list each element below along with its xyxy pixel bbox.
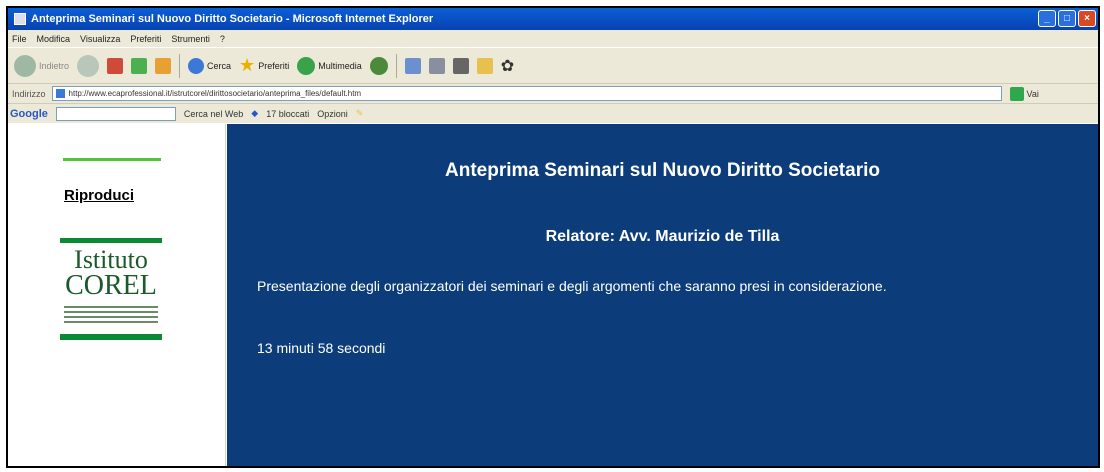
messenger-icon[interactable]: ✿ xyxy=(501,56,514,76)
browser-window: Anteprima Seminari sul Nuovo Diritto Soc… xyxy=(6,6,1100,468)
istituto-corel-logo: Istituto COREL xyxy=(60,238,162,342)
menu-preferiti[interactable]: Preferiti xyxy=(130,34,161,44)
page-icon xyxy=(55,89,65,98)
address-label: Indirizzo xyxy=(12,88,46,99)
google-search-button[interactable]: Cerca nel Web xyxy=(184,109,243,119)
decorative-line xyxy=(63,158,161,161)
go-button[interactable]: Vai xyxy=(1027,89,1039,99)
popup-blocker[interactable]: 17 bloccati xyxy=(266,109,309,119)
favorites-button[interactable]: ★ Preferiti xyxy=(239,55,289,76)
menu-visualizza[interactable]: Visualizza xyxy=(80,34,120,44)
minimize-button[interactable]: _ xyxy=(1038,10,1056,27)
play-link[interactable]: Riproduci xyxy=(64,187,134,204)
home-icon[interactable] xyxy=(155,57,172,74)
logo-line2: COREL xyxy=(65,270,157,301)
google-options[interactable]: Opzioni xyxy=(317,109,348,119)
menu-file[interactable]: File xyxy=(12,34,27,44)
favorites-label: Preferiti xyxy=(258,60,290,71)
search-button[interactable]: Cerca xyxy=(188,57,232,74)
standard-toolbar: Indietro Cerca ★ Preferiti Multimedia ✿ xyxy=(8,47,1098,83)
forward-button[interactable] xyxy=(77,54,100,77)
print-icon[interactable] xyxy=(428,57,445,74)
menu-bar: File Modifica Visualizza Preferiti Strum… xyxy=(8,30,1098,47)
address-bar: Indirizzo http://www.ecaprofessional.it/… xyxy=(8,83,1098,103)
menu-modifica[interactable]: Modifica xyxy=(37,34,71,44)
left-panel: Riproduci Istituto COREL xyxy=(8,124,226,466)
pagerank-icon[interactable]: ◆ xyxy=(251,108,258,119)
google-search-input[interactable] xyxy=(55,106,176,121)
logo-bar-bottom xyxy=(60,334,162,340)
edit-icon[interactable] xyxy=(452,57,469,74)
page-title: Anteprima Seminari sul Nuovo Diritto Soc… xyxy=(445,160,880,181)
address-input[interactable]: http://www.ecaprofessional.it/istrutcore… xyxy=(51,86,1002,101)
duration-text: 13 minuti 58 secondi xyxy=(257,340,386,356)
google-toolbar: Google Cerca nel Web ◆ 17 bloccati Opzio… xyxy=(8,103,1098,123)
star-icon: ★ xyxy=(239,55,256,75)
highlighter-icon[interactable]: ✎ xyxy=(356,108,364,119)
logo-bar-top xyxy=(60,238,162,243)
back-arrow-icon xyxy=(14,54,36,77)
address-url: http://www.ecaprofessional.it/istrutcore… xyxy=(68,89,362,98)
refresh-icon[interactable] xyxy=(131,57,148,74)
search-icon xyxy=(188,57,205,74)
menu-strumenti[interactable]: Strumenti xyxy=(171,34,210,44)
title-bar: Anteprima Seminari sul Nuovo Diritto Soc… xyxy=(8,8,1098,30)
google-logo[interactable]: Google xyxy=(10,108,48,120)
back-button[interactable]: Indietro xyxy=(14,54,70,77)
go-arrow-icon[interactable] xyxy=(1009,86,1024,101)
folder-icon[interactable] xyxy=(476,57,493,74)
menu-help[interactable]: ? xyxy=(220,34,225,44)
close-button[interactable]: × xyxy=(1078,10,1096,27)
logo-fineprint xyxy=(64,306,158,330)
speaker-line: Relatore: Avv. Maurizio de Tilla xyxy=(545,228,780,245)
separator xyxy=(179,53,181,78)
window-title: Anteprima Seminari sul Nuovo Diritto Soc… xyxy=(31,13,434,25)
media-icon xyxy=(297,56,316,75)
search-label: Cerca xyxy=(207,60,232,71)
page-content: Riproduci Istituto COREL Anteprima Semin… xyxy=(8,124,1098,466)
description-text: Presentazione degli organizzatori dei se… xyxy=(257,278,887,294)
back-label: Indietro xyxy=(39,60,70,71)
multimedia-label: Multimedia xyxy=(318,60,362,71)
window-controls: _ □ × xyxy=(1038,10,1096,27)
maximize-button[interactable]: □ xyxy=(1058,10,1076,27)
history-icon[interactable] xyxy=(369,56,388,75)
ie-icon xyxy=(14,13,26,25)
mail-icon[interactable] xyxy=(404,57,421,74)
separator xyxy=(395,53,397,78)
main-panel: Anteprima Seminari sul Nuovo Diritto Soc… xyxy=(227,124,1098,466)
multimedia-button[interactable]: Multimedia xyxy=(297,56,362,75)
stop-icon[interactable] xyxy=(107,57,124,74)
